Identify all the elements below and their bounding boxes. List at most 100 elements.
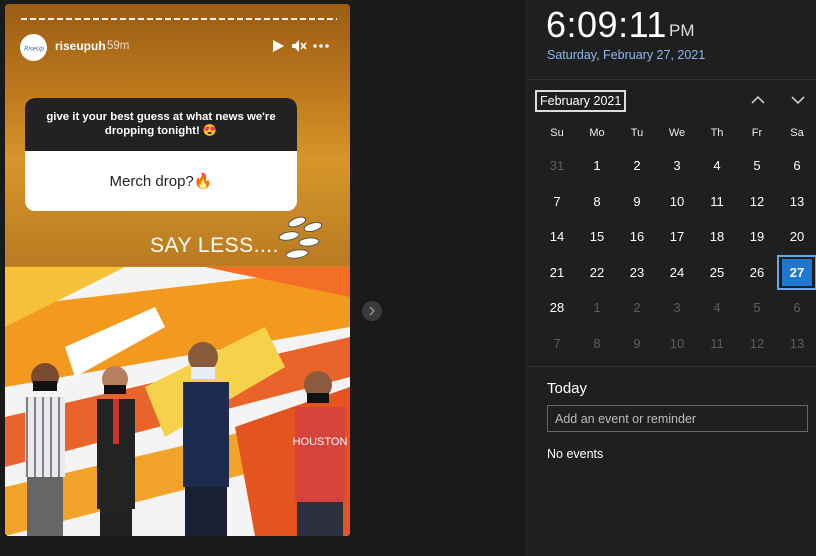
calendar-day[interactable]: 24 bbox=[657, 255, 697, 291]
weekday-label: We bbox=[668, 127, 686, 139]
calendar-day-number: 22 bbox=[589, 264, 605, 280]
mute-icon[interactable] bbox=[289, 36, 309, 56]
story-timestamp: 59m bbox=[107, 40, 130, 52]
calendar-day-number: 24 bbox=[669, 264, 685, 280]
calendar-day[interactable]: 25 bbox=[697, 255, 737, 291]
calendar-day[interactable]: 16 bbox=[617, 219, 657, 255]
calendar-day[interactable]: 3 bbox=[657, 290, 697, 326]
calendar-day[interactable]: 5 bbox=[737, 148, 777, 184]
no-events-text: No events bbox=[547, 447, 604, 461]
calendar-day-number: 23 bbox=[629, 264, 645, 280]
calendar-day[interactable]: 1 bbox=[577, 148, 617, 184]
question-sticker: give it your best guess at what news we'… bbox=[25, 98, 297, 211]
calendar-day[interactable]: 6 bbox=[777, 148, 816, 184]
calendar-day[interactable]: 23 bbox=[617, 255, 657, 291]
calendar-day-number: 1 bbox=[593, 300, 601, 316]
calendar-day-number: 9 bbox=[633, 335, 641, 351]
calendar-day-number: 12 bbox=[749, 335, 765, 351]
weekday-header: Su Mo Tu We Th Fr Sa bbox=[537, 127, 816, 139]
calendar-day[interactable]: 4 bbox=[697, 148, 737, 184]
calendar-day[interactable]: 7 bbox=[537, 326, 577, 362]
calendar-day-number: 11 bbox=[710, 193, 724, 209]
story-caption: SAY LESS.... bbox=[150, 234, 279, 257]
calendar-day[interactable]: 21 bbox=[537, 255, 577, 291]
calendar-day[interactable]: 14 bbox=[537, 219, 577, 255]
calendar-day-number: 5 bbox=[753, 158, 761, 174]
calendar-day[interactable]: 18 bbox=[697, 219, 737, 255]
calendar-day[interactable]: 31 bbox=[537, 148, 577, 184]
agenda-title: Today bbox=[547, 380, 588, 397]
more-options-icon[interactable] bbox=[311, 36, 331, 56]
calendar-day-number: 19 bbox=[749, 229, 765, 245]
chevron-up-icon[interactable] bbox=[749, 92, 767, 108]
calendar-day-number: 31 bbox=[549, 158, 565, 174]
calendar-day-number: 13 bbox=[789, 335, 805, 351]
calendar-day[interactable]: 11 bbox=[697, 326, 737, 362]
calendar-day[interactable]: 9 bbox=[617, 326, 657, 362]
calendar-day[interactable]: 13 bbox=[777, 184, 816, 220]
group-photo: HOUSTON bbox=[5, 267, 350, 536]
calendar-day-number: 20 bbox=[789, 229, 805, 245]
calendar-day[interactable]: 11 bbox=[697, 184, 737, 220]
calendar-day-number: 6 bbox=[793, 300, 801, 316]
question-prompt: give it your best guess at what news we'… bbox=[25, 98, 297, 151]
calendar-grid: 31 1 2 3 4 5 6 7 8 9 10 11 12 13 14 15 16 17 18 19 20 21 22 23 2… bbox=[537, 148, 816, 361]
weekday-label: Mo bbox=[589, 127, 605, 139]
calendar-day[interactable]: 17 bbox=[657, 219, 697, 255]
clock-date-link[interactable]: Saturday, February 27, 2021 bbox=[547, 48, 705, 62]
calendar-day[interactable]: 15 bbox=[577, 219, 617, 255]
month-year-button[interactable]: February 2021 bbox=[535, 90, 627, 112]
shirt-logo-text: HOUSTON bbox=[293, 436, 348, 448]
weekday-label: Th bbox=[710, 127, 724, 139]
divider bbox=[527, 366, 816, 367]
calendar-day[interactable]: 20 bbox=[777, 219, 816, 255]
calendar-day-number: 5 bbox=[753, 300, 761, 316]
calendar-day[interactable]: 10 bbox=[657, 184, 697, 220]
weekday-label: Sa bbox=[790, 127, 804, 139]
divider bbox=[527, 79, 816, 80]
calendar-day[interactable]: 28 bbox=[537, 290, 577, 326]
play-icon[interactable] bbox=[268, 36, 288, 56]
calendar-day-number: 7 bbox=[553, 193, 561, 209]
calendar-day[interactable]: 9 bbox=[617, 184, 657, 220]
calendar-day-number: 28 bbox=[549, 300, 565, 316]
calendar-day-number: 12 bbox=[749, 193, 765, 209]
add-event-input[interactable] bbox=[547, 405, 808, 432]
calendar-day[interactable]: 19 bbox=[737, 219, 777, 255]
calendar-day-number: 6 bbox=[793, 158, 801, 174]
chevron-down-icon[interactable] bbox=[789, 92, 807, 108]
calendar-day[interactable]: 10 bbox=[657, 326, 697, 362]
calendar-day-number: 21 bbox=[549, 264, 565, 280]
calendar-day-number: 7 bbox=[553, 335, 561, 351]
calendar-day-number: 8 bbox=[593, 335, 601, 351]
calendar-day[interactable]: 13 bbox=[777, 326, 816, 362]
calendar-day[interactable]: 8 bbox=[577, 326, 617, 362]
calendar-day[interactable]: 5 bbox=[737, 290, 777, 326]
avatar[interactable]: RiseUp bbox=[20, 34, 47, 61]
calendar-day[interactable]: 12 bbox=[737, 184, 777, 220]
calendar-day[interactable]: 22 bbox=[577, 255, 617, 291]
calendar-day-number: 4 bbox=[713, 158, 721, 174]
calendar-day-number: 11 bbox=[710, 335, 724, 351]
calendar-day[interactable]: 6 bbox=[777, 290, 816, 326]
calendar-day[interactable]: 7 bbox=[537, 184, 577, 220]
calendar-day-number: 2 bbox=[633, 158, 641, 174]
next-story-button[interactable] bbox=[362, 301, 382, 321]
calendar-day-number: 2 bbox=[633, 300, 641, 316]
calendar-day[interactable]: 12 bbox=[737, 326, 777, 362]
calendar-day-number: 4 bbox=[713, 300, 721, 316]
svg-text:RiseUp: RiseUp bbox=[24, 46, 44, 52]
calendar-day[interactable]: 8 bbox=[577, 184, 617, 220]
calendar-day[interactable]: 2 bbox=[617, 290, 657, 326]
weekday-label: Fr bbox=[751, 127, 763, 139]
story-viewer[interactable]: RiseUp riseupuh 59m give it your best gu… bbox=[5, 4, 350, 536]
calendar-day[interactable]: 3 bbox=[657, 148, 697, 184]
calendar-day[interactable]: 2 bbox=[617, 148, 657, 184]
calendar-day[interactable]: 4 bbox=[697, 290, 737, 326]
calendar-day[interactable]: 1 bbox=[577, 290, 617, 326]
calendar-day-today[interactable]: 27 bbox=[777, 254, 816, 290]
calendar-day[interactable]: 26 bbox=[737, 255, 777, 291]
story-username[interactable]: riseupuh bbox=[55, 39, 106, 53]
leaves-sticker-icon bbox=[278, 216, 323, 259]
chevron-right-icon bbox=[369, 306, 376, 316]
